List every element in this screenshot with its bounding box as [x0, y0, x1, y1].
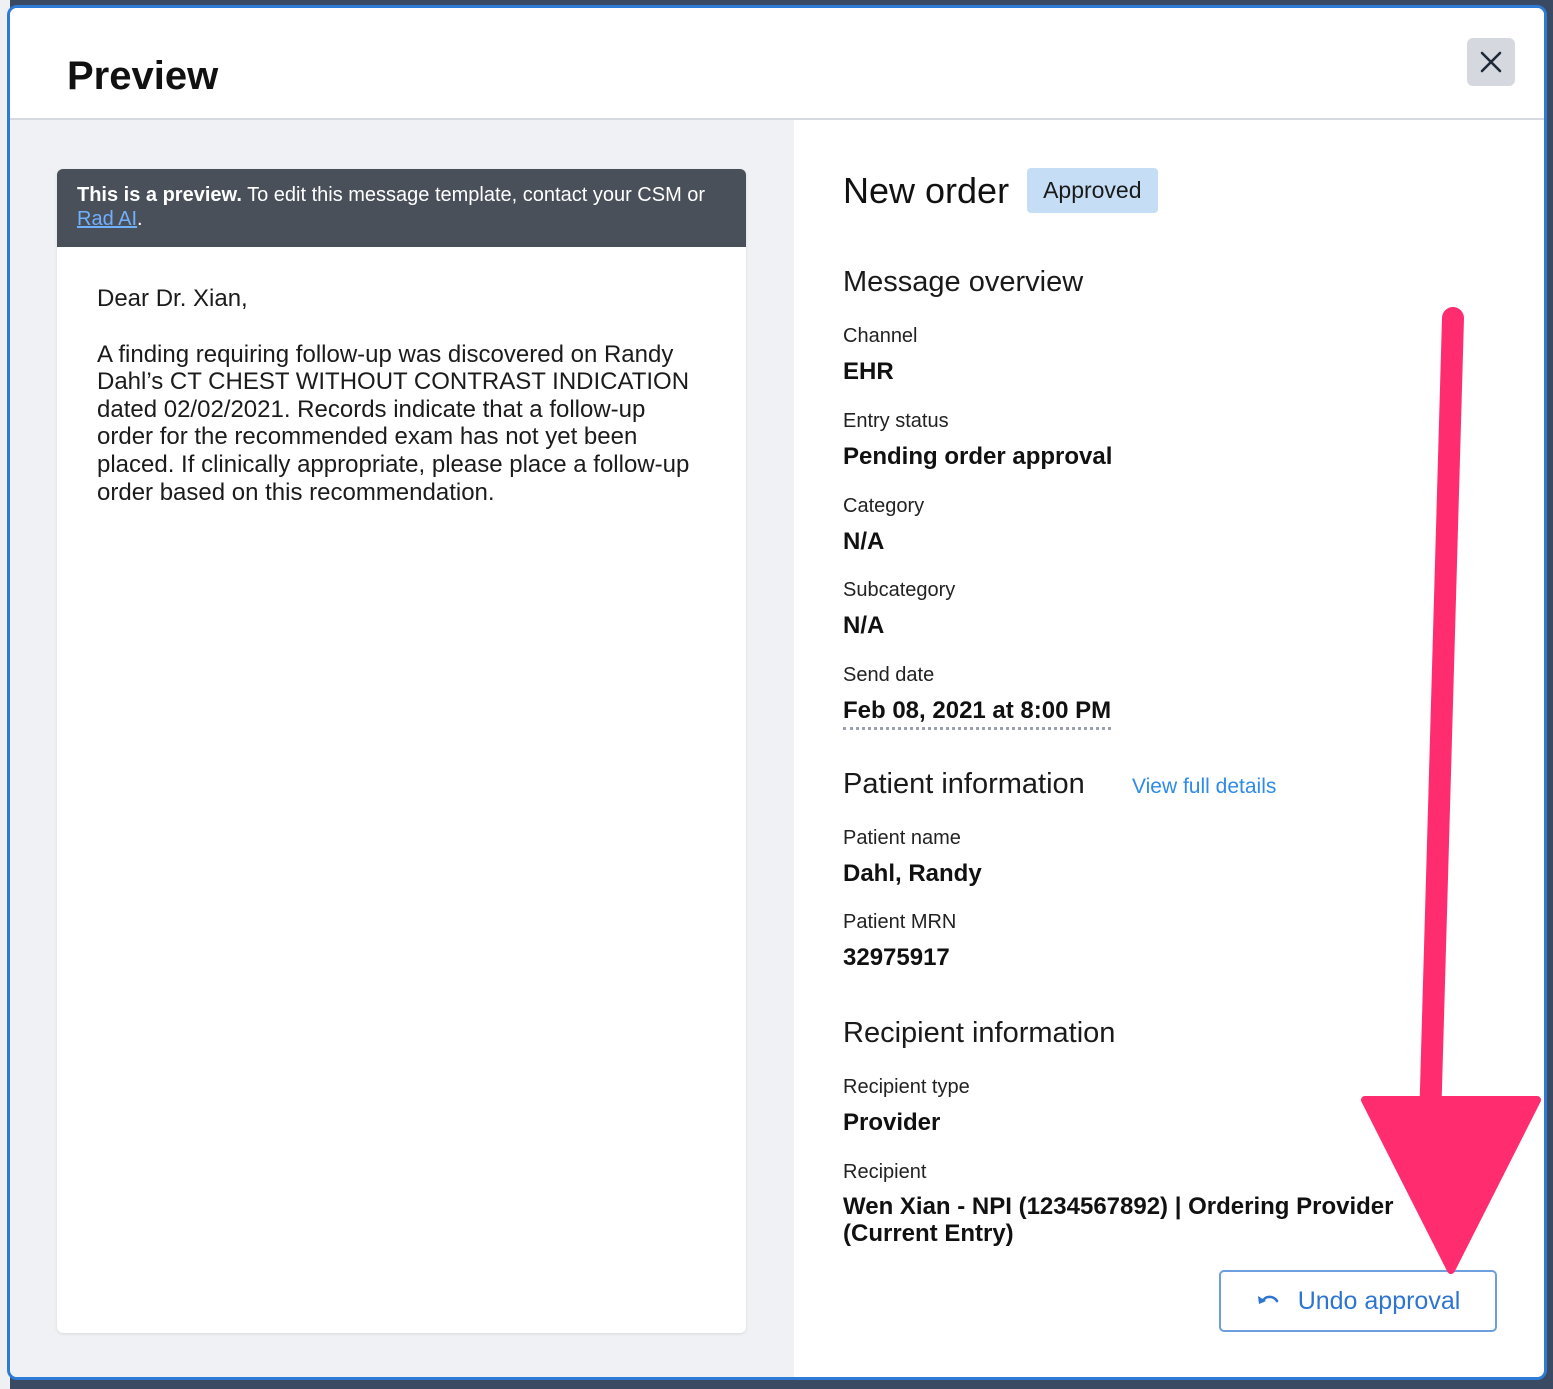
close-icon — [1480, 51, 1502, 73]
patient-mrn-value: 32975917 — [843, 944, 950, 971]
category-value: N/A — [843, 528, 885, 555]
patient-name-value: Dahl, Randy — [843, 860, 982, 887]
undo-approval-button[interactable]: Undo approval — [1219, 1270, 1497, 1332]
message-preview-pane: This is a preview. To edit this message … — [10, 120, 794, 1377]
message-text: A finding requiring follow-up was discov… — [97, 340, 690, 506]
order-title: New order — [843, 169, 1010, 211]
order-title-row: New order Approved — [843, 168, 1158, 213]
undo-icon — [1257, 1295, 1278, 1304]
message-preview-card: This is a preview. To edit this message … — [57, 169, 746, 1333]
patient-information-heading: Patient information — [843, 768, 1085, 800]
message-greeting: Dear Dr. Xian, — [97, 285, 248, 312]
preview-banner: This is a preview. To edit this message … — [57, 169, 746, 247]
undo-approval-label: Undo approval — [1297, 1286, 1461, 1315]
details-pane: New order Approved Message overview Chan… — [794, 120, 1544, 1377]
channel-value: EHR — [843, 358, 894, 385]
recipient-value: Wen Xian - NPI (1234567892) | Ordering P… — [843, 1193, 1394, 1247]
modal-title: Preview — [67, 54, 219, 98]
entry-status-value: Pending order approval — [843, 443, 1113, 470]
entry-status-label: Entry status — [843, 410, 949, 432]
recipient-label: Recipient — [843, 1161, 927, 1183]
patient-mrn-label: Patient MRN — [843, 911, 957, 933]
banner-end: . — [137, 208, 143, 230]
rad-ai-link[interactable]: Rad AI — [77, 208, 137, 230]
recipient-information-heading: Recipient information — [843, 1017, 1116, 1049]
send-date-value[interactable]: Feb 08, 2021 at 8:00 PM — [843, 697, 1112, 730]
recipient-type-value: Provider — [843, 1109, 941, 1136]
channel-label: Channel — [843, 325, 918, 347]
patient-name-label: Patient name — [843, 827, 961, 849]
view-full-details-link[interactable]: View full details — [1132, 775, 1276, 799]
send-date-label: Send date — [843, 664, 935, 686]
subcategory-label: Subcategory — [843, 579, 956, 601]
message-body: Dear Dr. Xian, A finding requiring follo… — [57, 247, 746, 506]
category-label: Category — [843, 495, 925, 517]
banner-text: To edit this message template, contact y… — [241, 184, 706, 206]
preview-modal: Preview This is a preview. To edit this … — [7, 5, 1547, 1380]
close-button[interactable] — [1467, 38, 1515, 86]
subcategory-value: N/A — [843, 612, 885, 639]
recipient-type-label: Recipient type — [843, 1076, 970, 1098]
message-overview-heading: Message overview — [843, 266, 1084, 298]
banner-bold-text: This is a preview. — [77, 184, 242, 206]
status-badge: Approved — [1027, 168, 1158, 213]
modal-header: Preview — [10, 8, 1544, 120]
